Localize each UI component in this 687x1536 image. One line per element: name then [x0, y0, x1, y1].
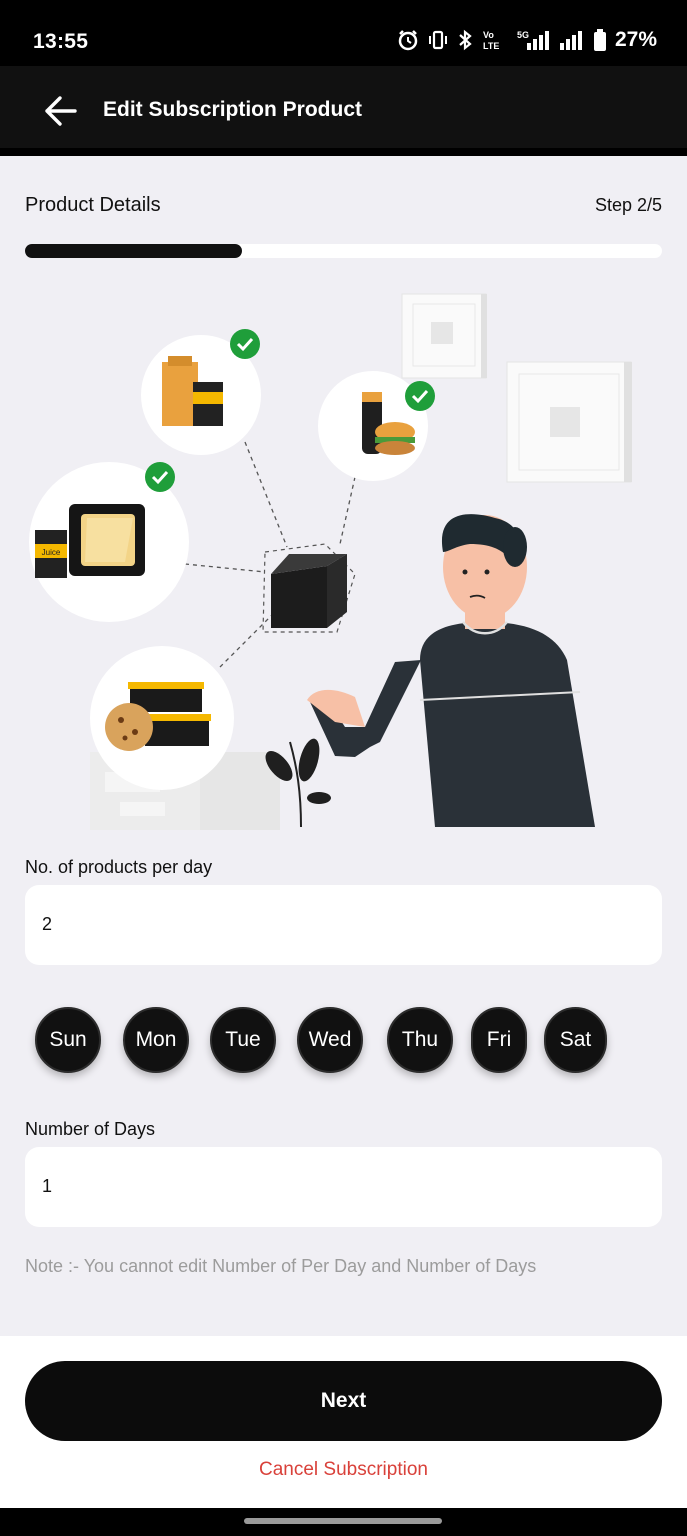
step-indicator: Step 2/5 — [594, 195, 662, 215]
products-per-day-input[interactable]: 2 — [25, 885, 662, 965]
day-chip-mon[interactable]: Mon — [123, 1007, 189, 1073]
cube-icon — [262, 543, 356, 633]
app-bar: Edit Subscription Product — [0, 66, 687, 156]
day-chip-wed[interactable]: Wed — [297, 1007, 363, 1073]
number-of-days-label: Number of Days — [25, 1119, 156, 1139]
battery-percent: 27% — [614, 28, 657, 51]
svg-text:LTE: LTE — [483, 41, 499, 51]
products-per-day-label: No. of products per day — [25, 857, 213, 877]
next-button[interactable]: Next — [25, 1361, 662, 1441]
number-of-days-value: 1 — [42, 1176, 53, 1196]
burger-bubble — [318, 371, 435, 481]
day-chip-fri[interactable]: Fri — [471, 1007, 527, 1073]
section-title: Product Details — [25, 194, 161, 216]
products-per-day-value: 2 — [42, 914, 53, 934]
sandwich-bubble: Juice — [29, 462, 189, 622]
arrow-left-icon[interactable] — [40, 94, 80, 128]
svg-text:5G: 5G — [517, 30, 529, 40]
5g-signal-icon: 5G — [517, 30, 549, 50]
day-chip-sat[interactable]: Sat — [544, 1007, 607, 1073]
battery-icon — [593, 29, 606, 51]
home-gesture-handle[interactable] — [244, 1518, 442, 1524]
status-icons: Vo LTE 5G 27% — [397, 28, 657, 52]
alarm-icon — [398, 30, 418, 51]
bluetooth-icon — [459, 29, 472, 51]
signal-icon — [559, 31, 582, 50]
volte-icon: VoLTE — [483, 30, 499, 51]
edit-note: Note :- You cannot edit Number of Per Da… — [25, 1256, 537, 1276]
man-illustration — [307, 514, 595, 827]
number-of-days-input[interactable]: 1 — [25, 1147, 662, 1227]
juice-label: Juice — [42, 548, 61, 557]
svg-text:Vo: Vo — [483, 30, 494, 40]
vibrate-icon — [428, 30, 447, 50]
status-bar: 13:55 Vo LTE 5G 27% — [0, 0, 687, 70]
day-chip-thu[interactable]: Thu — [387, 1007, 453, 1073]
status-time: 13:55 — [33, 30, 89, 53]
subscription-illustration: Juice — [29, 293, 632, 830]
page-title: Edit Subscription Product — [103, 98, 363, 121]
progress-bar — [25, 244, 662, 258]
food-bag-bubble — [141, 329, 261, 455]
cancel-subscription-link[interactable]: Cancel Subscription — [0, 1459, 687, 1481]
day-chip-tue[interactable]: Tue — [210, 1007, 276, 1073]
bottom-actions: Next Cancel Subscription — [0, 1336, 687, 1508]
system-nav-bar — [0, 1508, 687, 1536]
day-chip-sun[interactable]: Sun — [35, 1007, 101, 1073]
progress-bar-fill — [25, 244, 242, 258]
lunchbox-bubble — [90, 646, 234, 790]
